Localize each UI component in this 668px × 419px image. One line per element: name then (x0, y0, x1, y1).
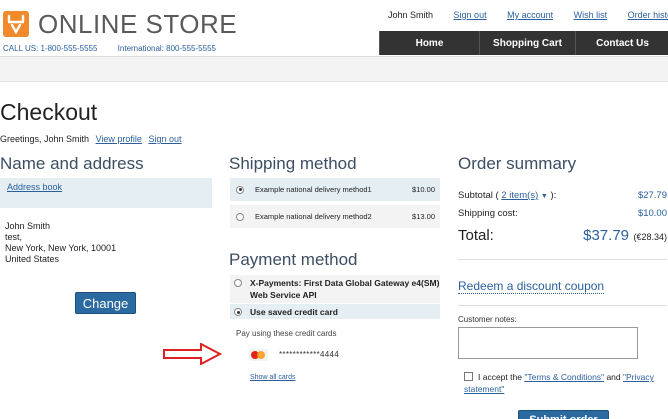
my-account-link[interactable]: My account (507, 10, 553, 20)
shipping-cost-row: Shipping cost: $10.00 (458, 208, 667, 219)
greeting: Greetings, John Smith View profile Sign … (0, 134, 181, 144)
sign-out-link[interactable]: Sign out (454, 10, 487, 20)
address-country: United States (5, 254, 60, 264)
subtotal-value: $27.79 (637, 190, 667, 201)
mastercard-icon[interactable] (249, 349, 268, 361)
store-logo-icon[interactable] (3, 11, 29, 37)
shipping-name-2: Example national delivery method2 (255, 212, 372, 221)
terms-checkbox[interactable] (464, 372, 473, 381)
page-title: Checkout (0, 99, 98, 125)
terms-acceptance: I accept the "Terms & Conditions" and "P… (464, 371, 668, 395)
phone-number: CALL US: 1-800-555-5555 (3, 44, 98, 53)
address-section-title: Name and address (0, 154, 144, 173)
subtotal-label: Subtotal ( 2 item(s) ▼ ): (458, 190, 556, 201)
customer-notes-label: Customer notes: (458, 315, 517, 324)
nav-shopping-cart[interactable]: Shopping Cart (479, 31, 575, 55)
shipping-section-title: Shipping method (229, 154, 357, 173)
nav-contact-us[interactable]: Contact Us (575, 31, 668, 55)
total-label: Total: (458, 227, 494, 244)
address-name: John Smith (5, 221, 51, 231)
sub-navigation-bar (0, 56, 668, 82)
user-name: John Smith (388, 10, 434, 20)
contact-phones: CALL US: 1-800-555-5555 International: 8… (3, 44, 234, 53)
terms-link[interactable]: "Terms & Conditions" (524, 372, 604, 382)
shipping-price-2: $13.00 (412, 212, 435, 221)
total-alt-currency: (€28.34) (633, 232, 667, 242)
store-logo-text[interactable]: ONLINE STORE (38, 9, 237, 40)
subtotal-suffix: ): (550, 190, 557, 201)
payment-option-saved-card[interactable]: Use saved credit card (230, 304, 440, 319)
show-all-cards-link[interactable]: Show all cards (250, 374, 296, 381)
submit-order-button[interactable]: Submit order (518, 410, 609, 419)
main-nav: Home Shopping Cart Contact Us (379, 31, 668, 55)
greeting-text: Greetings, John Smith (0, 134, 90, 144)
customer-notes-input[interactable] (458, 327, 638, 359)
pay-using-label: Pay using these credit cards (236, 329, 337, 338)
address-book-bar: Address book (0, 178, 212, 208)
payment-label-saved-card: Use saved credit card (250, 307, 338, 317)
subtotal-prefix: Subtotal ( (458, 190, 499, 201)
wish-list-link[interactable]: Wish list (574, 10, 608, 20)
terms-and: and (606, 372, 621, 382)
chevron-down-icon[interactable]: ▼ (541, 193, 548, 200)
subtotal-row: Subtotal ( 2 item(s) ▼ ): $27.79 (458, 190, 667, 201)
payment-radio-saved-card[interactable] (234, 308, 242, 316)
terms-prefix: I accept the (478, 372, 522, 382)
payment-label-xpayments: X-Payments: First Data Global Gateway e4… (250, 278, 440, 300)
summary-section-title: Order summary (458, 154, 577, 173)
shipping-cost-label: Shipping cost: (458, 208, 518, 219)
view-profile-link[interactable]: View profile (96, 134, 142, 144)
greeting-sign-out-link[interactable]: Sign out (148, 134, 181, 144)
payment-section-title: Payment method (229, 250, 358, 269)
payment-radio-xpayments[interactable] (234, 279, 242, 287)
address-book-link[interactable]: Address book (7, 182, 62, 192)
shipping-address: John Smith test, New York, New York, 100… (5, 221, 116, 265)
shipping-option-1[interactable]: Example national delivery method1 $10.00 (230, 178, 440, 201)
saved-card-number[interactable]: ************4444 (279, 350, 339, 359)
nav-home[interactable]: Home (379, 31, 479, 55)
shipping-name-1: Example national delivery method1 (255, 185, 372, 194)
order-history-link[interactable]: Order history (628, 10, 668, 20)
payment-option-xpayments[interactable]: X-Payments: First Data Global Gateway e4… (230, 275, 440, 303)
redeem-coupon-link[interactable]: Redeem a discount coupon (458, 279, 605, 294)
red-arrow-icon (163, 343, 223, 365)
address-line2: New York, New York, 10001 (5, 243, 117, 253)
shipping-cost-value: $10.00 (637, 208, 667, 219)
divider (458, 305, 667, 306)
address-line1: test, (5, 232, 23, 242)
intl-phone-number: International: 800-555-5555 (117, 44, 216, 53)
top-links: John Smith Sign out My account Wish list… (388, 10, 668, 20)
total-row: Total: $37.79 (€28.34) (458, 227, 667, 245)
shipping-option-2[interactable]: Example national delivery method2 $13.00 (230, 205, 440, 228)
divider (458, 259, 667, 260)
shipping-radio-1[interactable] (236, 185, 244, 194)
change-address-button[interactable]: Change (75, 292, 136, 314)
items-dropdown-link[interactable]: 2 item(s) (501, 190, 538, 201)
shipping-radio-2[interactable] (236, 212, 244, 221)
shipping-price-1: $10.00 (412, 185, 435, 194)
total-value: $37.79 (583, 227, 630, 244)
